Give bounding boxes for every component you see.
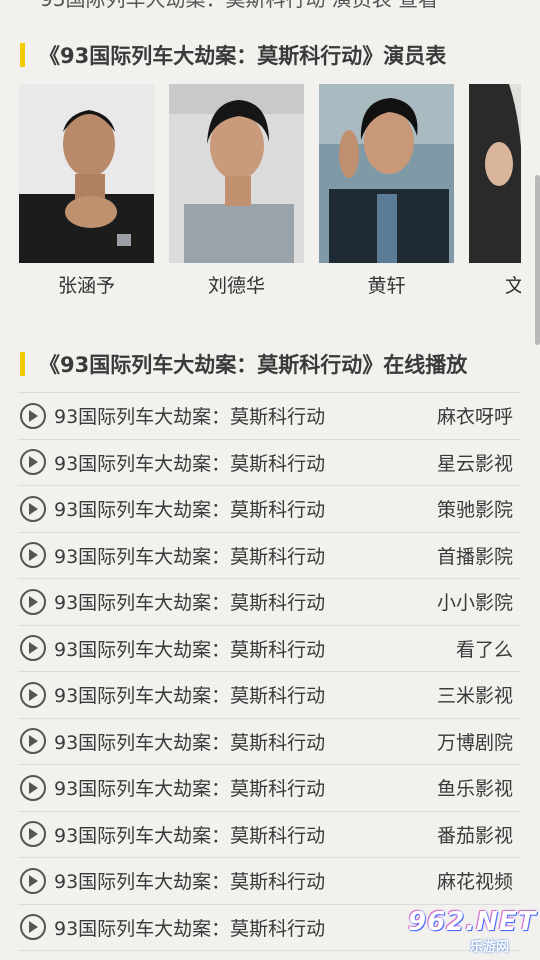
play-circle-icon[interactable] bbox=[20, 402, 46, 429]
cast-member[interactable]: 黄轩 bbox=[319, 84, 454, 298]
play-circle-icon[interactable] bbox=[20, 588, 46, 615]
watermark-number: 962.NET bbox=[408, 907, 537, 937]
play-row-title[interactable]: 93国际列车大劫案：莫斯科行动 bbox=[54, 635, 456, 662]
play-circle-icon[interactable] bbox=[20, 867, 46, 894]
play-row-title[interactable]: 93国际列车大劫案：莫斯科行动 bbox=[54, 449, 437, 476]
section-accent-bar bbox=[20, 352, 25, 376]
play-row-source[interactable]: 小小影院 bbox=[437, 588, 513, 615]
play-row-title[interactable]: 93国际列车大劫案：莫斯科行动 bbox=[54, 588, 437, 615]
play-circle-icon[interactable] bbox=[20, 914, 46, 941]
play-circle-icon[interactable] bbox=[20, 495, 46, 522]
play-row[interactable]: 93国际列车大劫案：莫斯科行动 看了么 bbox=[18, 626, 521, 672]
cast-photo[interactable] bbox=[169, 84, 304, 263]
cast-member[interactable]: 刘德华 bbox=[169, 84, 304, 298]
section-accent-bar bbox=[20, 43, 25, 67]
cast-name[interactable]: 刘德华 bbox=[169, 271, 304, 298]
play-circle-icon[interactable] bbox=[20, 728, 46, 755]
play-circle-icon[interactable] bbox=[20, 542, 46, 569]
play-row-title[interactable]: 93国际列车大劫案：莫斯科行动 bbox=[54, 774, 437, 801]
cast-name[interactable]: 文 bbox=[469, 271, 521, 298]
play-source-list: 93国际列车大劫案：莫斯科行动 麻衣呀呼 93国际列车大劫案：莫斯科行动 星云影视 93… bbox=[18, 392, 521, 951]
play-row-source[interactable]: 三米影视 bbox=[437, 681, 513, 708]
play-row-source[interactable]: 首播影院 bbox=[437, 542, 513, 569]
play-circle-icon[interactable] bbox=[20, 681, 46, 708]
cast-list: 张涵予 刘德华 黄轩 文 bbox=[19, 84, 521, 304]
scrollbar[interactable] bbox=[535, 175, 540, 345]
cast-photo[interactable] bbox=[319, 84, 454, 263]
play-row-source[interactable]: 麻花视频 bbox=[437, 867, 513, 894]
play-row-source[interactable]: 万博剧院 bbox=[437, 728, 513, 755]
play-row[interactable]: 93国际列车大劫案：莫斯科行动 星云影视 bbox=[18, 440, 521, 486]
play-section-title: 《93国际列车大劫案：莫斯科行动》在线播放 bbox=[39, 353, 468, 377]
cast-section-header: 《93国际列车大劫案：莫斯科行动》演员表 bbox=[20, 41, 520, 69]
play-row[interactable]: 93国际列车大劫案：莫斯科行动 番茄影视 bbox=[18, 812, 521, 858]
play-circle-icon[interactable] bbox=[20, 821, 46, 848]
play-row-source[interactable]: 鱼乐影视 bbox=[437, 774, 513, 801]
play-row-title[interactable]: 93国际列车大劫案：莫斯科行动 bbox=[54, 542, 437, 569]
cast-section-title: 《93国际列车大劫案：莫斯科行动》演员表 bbox=[39, 44, 447, 68]
play-row-title[interactable]: 93国际列车大劫案：莫斯科行动 bbox=[54, 495, 437, 522]
play-row-source[interactable]: 星云影视 bbox=[437, 449, 513, 476]
play-row-title[interactable]: 93国际列车大劫案：莫斯科行动 bbox=[54, 402, 437, 429]
play-row[interactable]: 93国际列车大劫案：莫斯科行动 首播影院 bbox=[18, 533, 521, 579]
play-circle-icon[interactable] bbox=[20, 449, 46, 476]
play-row[interactable]: 93国际列车大劫案：莫斯科行动 麻花视频 bbox=[18, 858, 521, 905]
play-row-title[interactable]: 93国际列车大劫案：莫斯科行动 bbox=[54, 681, 437, 708]
cast-member[interactable]: 文 bbox=[469, 84, 521, 298]
watermark-site-name: 乐游网 bbox=[470, 940, 510, 955]
play-circle-icon[interactable] bbox=[20, 635, 46, 662]
play-row-source[interactable]: 麻衣呀呼 bbox=[437, 402, 513, 429]
cast-name[interactable]: 张涵予 bbox=[19, 271, 154, 298]
play-row-source[interactable]: 番茄影视 bbox=[437, 821, 513, 848]
watermark-logo: 962.NET 乐游网 bbox=[400, 905, 535, 957]
play-circle-icon[interactable] bbox=[20, 774, 46, 801]
play-row-title[interactable]: 93国际列车大劫案：莫斯科行动 bbox=[54, 821, 437, 848]
play-row[interactable]: 93国际列车大劫案：莫斯科行动 小小影院 bbox=[18, 579, 521, 626]
play-row-source[interactable]: 看了么 bbox=[456, 635, 513, 662]
play-row[interactable]: 93国际列车大劫案：莫斯科行动 策驰影院 bbox=[18, 486, 521, 533]
play-row-title[interactable]: 93国际列车大劫案：莫斯科行动 bbox=[54, 728, 437, 755]
play-row-title[interactable]: 93国际列车大劫案：莫斯科行动 bbox=[54, 867, 437, 894]
play-row-source[interactable]: 策驰影院 bbox=[437, 495, 513, 522]
cast-name[interactable]: 黄轩 bbox=[319, 271, 454, 298]
top-partial-text: 93国际列车大劫案：莫斯科行动 演员表 查看 bbox=[0, 0, 540, 14]
cast-photo[interactable] bbox=[469, 84, 521, 263]
play-row[interactable]: 93国际列车大劫案：莫斯科行动 鱼乐影视 bbox=[18, 765, 521, 812]
play-row[interactable]: 93国际列车大劫案：莫斯科行动 万博剧院 bbox=[18, 719, 521, 765]
cast-member[interactable]: 张涵予 bbox=[19, 84, 154, 298]
play-row[interactable]: 93国际列车大劫案：莫斯科行动 三米影视 bbox=[18, 672, 521, 719]
cast-photo[interactable] bbox=[19, 84, 154, 263]
play-row[interactable]: 93国际列车大劫案：莫斯科行动 麻衣呀呼 bbox=[18, 393, 521, 440]
play-section-header: 《93国际列车大劫案：莫斯科行动》在线播放 bbox=[20, 350, 520, 378]
